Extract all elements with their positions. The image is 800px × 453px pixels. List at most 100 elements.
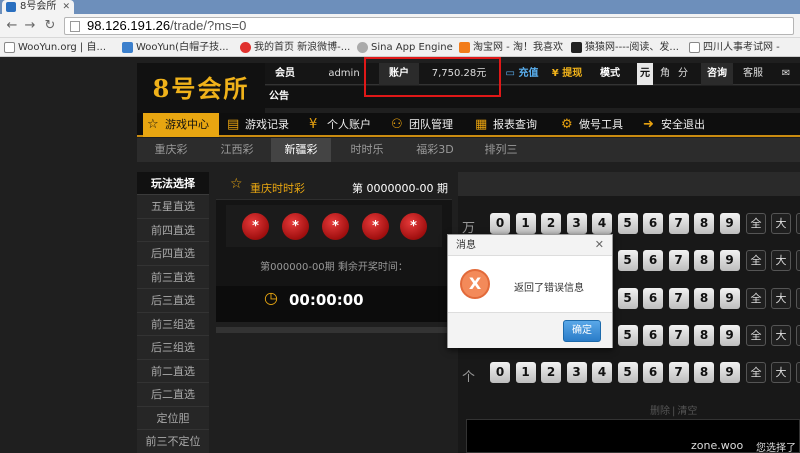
- digit-button[interactable]: 5: [617, 250, 638, 271]
- close-icon[interactable]: ✕: [595, 238, 604, 251]
- digit-button[interactable]: 0: [490, 213, 510, 234]
- site-logo[interactable]: 8号会所: [137, 63, 265, 115]
- play-type-item[interactable]: 后二直选: [137, 383, 209, 407]
- consult-link[interactable]: 咨询: [701, 63, 733, 85]
- quick-select-button[interactable]: 小: [796, 362, 800, 383]
- forward-arrow-icon[interactable]: →: [22, 18, 38, 34]
- bookmark-item[interactable]: Sina App Engine: [357, 41, 453, 54]
- nav-team-management[interactable]: ⚇ 团队管理: [387, 113, 463, 137]
- quick-select-button[interactable]: 全: [746, 288, 766, 309]
- play-type-item[interactable]: 前二直选: [137, 360, 209, 383]
- quick-select-button[interactable]: 小: [796, 250, 800, 271]
- play-type-item[interactable]: 后四直选: [137, 242, 209, 266]
- delete-link[interactable]: 删除: [650, 406, 670, 417]
- digit-button[interactable]: 7: [668, 250, 689, 271]
- digit-button[interactable]: 5: [617, 325, 638, 346]
- digit-button[interactable]: 0: [490, 362, 510, 383]
- digit-button[interactable]: 9: [719, 362, 740, 383]
- digit-button[interactable]: 6: [643, 362, 663, 383]
- nav-report-query[interactable]: ▦ 报表查询: [471, 113, 547, 137]
- bet-list-area[interactable]: [466, 419, 800, 453]
- digit-button[interactable]: 9: [719, 213, 740, 234]
- digit-button[interactable]: 4: [592, 362, 612, 383]
- quick-select-button[interactable]: 小: [796, 325, 800, 346]
- mail-icon[interactable]: ✉: [777, 63, 795, 85]
- digit-button[interactable]: 7: [668, 288, 689, 309]
- quick-select-button[interactable]: 全: [746, 362, 766, 383]
- clear-link[interactable]: 清空: [677, 406, 697, 417]
- nav-game-records[interactable]: ▤ 游戏记录: [223, 113, 299, 137]
- subnav-item[interactable]: 重庆彩: [141, 138, 201, 162]
- digit-button[interactable]: 7: [668, 325, 689, 346]
- digit-button[interactable]: 6: [643, 250, 663, 271]
- back-arrow-icon[interactable]: ←: [4, 18, 20, 34]
- digit-button[interactable]: 8: [694, 250, 714, 271]
- digit-button[interactable]: 6: [643, 325, 663, 346]
- address-bar[interactable]: 98.126.191.26/trade/?ms=0: [64, 17, 794, 35]
- play-type-item[interactable]: 五星直选: [137, 195, 209, 219]
- quick-select-button[interactable]: 大: [771, 250, 791, 271]
- digit-button[interactable]: 9: [719, 325, 740, 346]
- subnav-item[interactable]: 排列三: [471, 138, 531, 162]
- mode-option-fen[interactable]: 分: [675, 63, 691, 85]
- digit-button[interactable]: 2: [541, 213, 561, 234]
- play-type-item[interactable]: 后三直选: [137, 289, 209, 313]
- digit-button[interactable]: 2: [541, 362, 561, 383]
- digit-button[interactable]: 7: [668, 362, 689, 383]
- bookmark-item[interactable]: 猿猿网----阅读、发...: [571, 41, 679, 54]
- digit-button[interactable]: 3: [566, 213, 587, 234]
- digit-button[interactable]: 8: [694, 213, 714, 234]
- quick-select-button[interactable]: 全: [746, 325, 766, 346]
- play-type-item[interactable]: 前四直选: [137, 219, 209, 242]
- quick-select-button[interactable]: 全: [746, 250, 766, 271]
- play-type-item[interactable]: 前三不定位: [137, 430, 209, 453]
- digit-button[interactable]: 9: [719, 288, 740, 309]
- digit-button[interactable]: 6: [643, 288, 663, 309]
- nav-game-center[interactable]: ☆ 游戏中心: [143, 113, 219, 137]
- quick-select-button[interactable]: 大: [771, 325, 791, 346]
- digit-button[interactable]: 5: [617, 288, 638, 309]
- quick-select-button[interactable]: 小: [796, 288, 800, 309]
- bookmark-item[interactable]: 我的首页 新浪微博-...: [240, 41, 350, 54]
- ok-button[interactable]: 确定: [563, 320, 601, 342]
- digit-button[interactable]: 8: [694, 288, 714, 309]
- digit-button[interactable]: 6: [643, 213, 663, 234]
- bookmark-item[interactable]: 四川人事考试网 -: [689, 41, 780, 54]
- quick-select-button[interactable]: 大: [771, 362, 791, 383]
- quick-select-button[interactable]: 大: [771, 213, 791, 234]
- withdraw-link[interactable]: ¥ 提现: [547, 63, 587, 85]
- digit-button[interactable]: 3: [566, 362, 587, 383]
- digit-button[interactable]: 8: [694, 325, 714, 346]
- digit-button[interactable]: 5: [617, 362, 638, 383]
- subnav-item[interactable]: 江西彩: [207, 138, 267, 162]
- play-type-item[interactable]: 前三直选: [137, 266, 209, 289]
- quick-select-button[interactable]: 小: [796, 213, 800, 234]
- subnav-item[interactable]: 福彩3D: [403, 138, 467, 162]
- quick-select-button[interactable]: 全: [746, 213, 766, 234]
- subnav-item-active[interactable]: 新疆彩: [271, 138, 331, 162]
- tab-close-icon[interactable]: ✕: [62, 0, 70, 14]
- mode-option-yuan[interactable]: 元: [637, 63, 653, 85]
- bookmark-item[interactable]: WooYun.org | 自...: [4, 41, 106, 54]
- nav-logout[interactable]: ➜ 安全退出: [639, 113, 715, 137]
- quick-select-button[interactable]: 大: [771, 288, 791, 309]
- nav-personal-account[interactable]: ¥ 个人账户: [305, 113, 381, 137]
- digit-button[interactable]: 7: [668, 213, 689, 234]
- recharge-link[interactable]: ▭ 充值: [503, 63, 541, 85]
- digit-button[interactable]: 9: [719, 250, 740, 271]
- browser-tab[interactable]: 8号会所 ✕: [2, 0, 74, 14]
- bookmark-item[interactable]: WooYun(白帽子技...: [122, 41, 229, 54]
- digit-button[interactable]: 8: [694, 362, 714, 383]
- nav-number-tool[interactable]: ⚙ 做号工具: [557, 113, 633, 137]
- digit-button[interactable]: 1: [515, 213, 536, 234]
- reload-icon[interactable]: ↻: [42, 18, 58, 34]
- digit-button[interactable]: 1: [515, 362, 536, 383]
- play-type-item[interactable]: 后三组选: [137, 336, 209, 360]
- digit-button[interactable]: 4: [592, 213, 612, 234]
- mode-option-jiao[interactable]: 角: [657, 63, 673, 85]
- bookmark-item[interactable]: 淘宝网 - 淘！我喜欢: [459, 41, 563, 54]
- play-type-item[interactable]: 前三组选: [137, 313, 209, 336]
- subnav-item[interactable]: 时时乐: [337, 138, 397, 162]
- service-link[interactable]: 客服: [737, 63, 769, 85]
- digit-button[interactable]: 5: [617, 213, 638, 234]
